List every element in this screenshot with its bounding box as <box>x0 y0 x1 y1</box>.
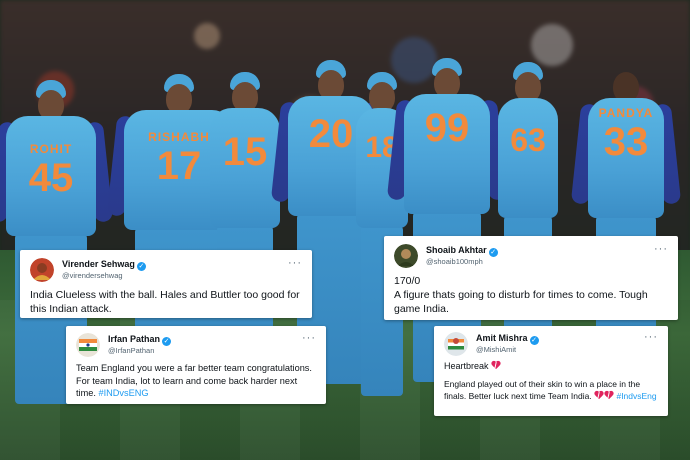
avatar[interactable] <box>30 258 54 282</box>
heart-crack <box>494 361 497 370</box>
tweet-card-mishra[interactable]: Amit Mishra ✓ @MishiAmit ··· Heartbreak E… <box>434 326 668 416</box>
tweet-text-score: 170/0 <box>394 275 421 287</box>
jersey-number: 15 <box>222 130 268 174</box>
jersey-number: 63 <box>510 122 546 158</box>
tweet-header: Shoaib Akhtar ✓ @shoaib100mph ··· <box>394 244 668 272</box>
tweet-text-block: Team England you were a far better team … <box>76 362 316 400</box>
jersey-number: 99 <box>424 106 470 150</box>
hashtag-link[interactable]: #IndvsEng <box>616 391 656 401</box>
broken-heart-icon <box>491 361 501 370</box>
verified-badge-icon: ✓ <box>162 337 172 346</box>
more-options-icon[interactable]: ··· <box>302 333 316 344</box>
tweet-card-sehwag[interactable]: Virender Sehwag ✓ @virendersehwag ··· Ind… <box>20 250 312 318</box>
broken-heart-icon <box>594 391 604 400</box>
jersey-name: PANDYA <box>598 106 654 120</box>
author-name-text: Shoaib Akhtar <box>426 245 487 255</box>
broken-heart-icon <box>604 391 614 400</box>
author-name-text: Amit Mishra <box>476 333 528 343</box>
tweet-text-block: England played out of their skin to win … <box>444 378 658 402</box>
avatar[interactable] <box>76 333 100 357</box>
more-options-icon[interactable]: ··· <box>644 332 658 343</box>
verified-badge-icon: ✓ <box>488 248 498 257</box>
hashtag-link[interactable]: #INDvsENG <box>98 388 148 398</box>
author-name-text: Irfan Pathan <box>108 334 161 344</box>
tweet-text: A figure thats going to disturb for time… <box>394 289 648 315</box>
tweet-header: Virender Sehwag ✓ @virendersehwag ··· <box>30 258 302 286</box>
heart-crack <box>607 391 610 400</box>
verified-badge-icon: ✓ <box>136 262 146 271</box>
tweet-text: Heartbreak <box>444 361 489 371</box>
author-handle[interactable]: @IrfanPathan <box>108 346 154 355</box>
avatar[interactable] <box>444 332 468 356</box>
author-name[interactable]: Virender Sehwag ✓ <box>62 259 146 271</box>
tweet-card-pathan[interactable]: Irfan Pathan ✓ @IrfanPathan ··· Team Engl… <box>66 326 326 404</box>
jersey-number: 45 <box>28 156 74 200</box>
author-name[interactable]: Irfan Pathan ✓ <box>108 334 172 346</box>
jersey-number: 33 <box>603 120 649 164</box>
more-options-icon[interactable]: ··· <box>654 244 668 255</box>
tweet-text-heading: Heartbreak <box>444 360 658 372</box>
author-name[interactable]: Shoaib Akhtar ✓ <box>426 245 498 257</box>
tweet-card-akhtar[interactable]: Shoaib Akhtar ✓ @shoaib100mph ··· 170/0 A… <box>384 236 678 320</box>
author-handle[interactable]: @shoaib100mph <box>426 257 483 266</box>
tweet-text: India Clueless with the ball. Hales and … <box>30 289 300 315</box>
avatar[interactable] <box>394 244 418 268</box>
tweet-header: Amit Mishra ✓ @MishiAmit ··· <box>444 332 658 360</box>
tweet-header: Irfan Pathan ✓ @IrfanPathan ··· <box>76 333 316 361</box>
verified-badge-icon: ✓ <box>529 336 539 345</box>
author-handle[interactable]: @virendersehwag <box>62 271 123 280</box>
heart-crack <box>597 391 600 400</box>
jersey-name: ROHIT <box>29 142 73 156</box>
author-name[interactable]: Amit Mishra ✓ <box>476 333 539 345</box>
more-options-icon[interactable]: ··· <box>288 258 302 269</box>
author-handle[interactable]: @MishiAmit <box>476 345 516 354</box>
author-name-text: Virender Sehwag <box>62 259 135 269</box>
